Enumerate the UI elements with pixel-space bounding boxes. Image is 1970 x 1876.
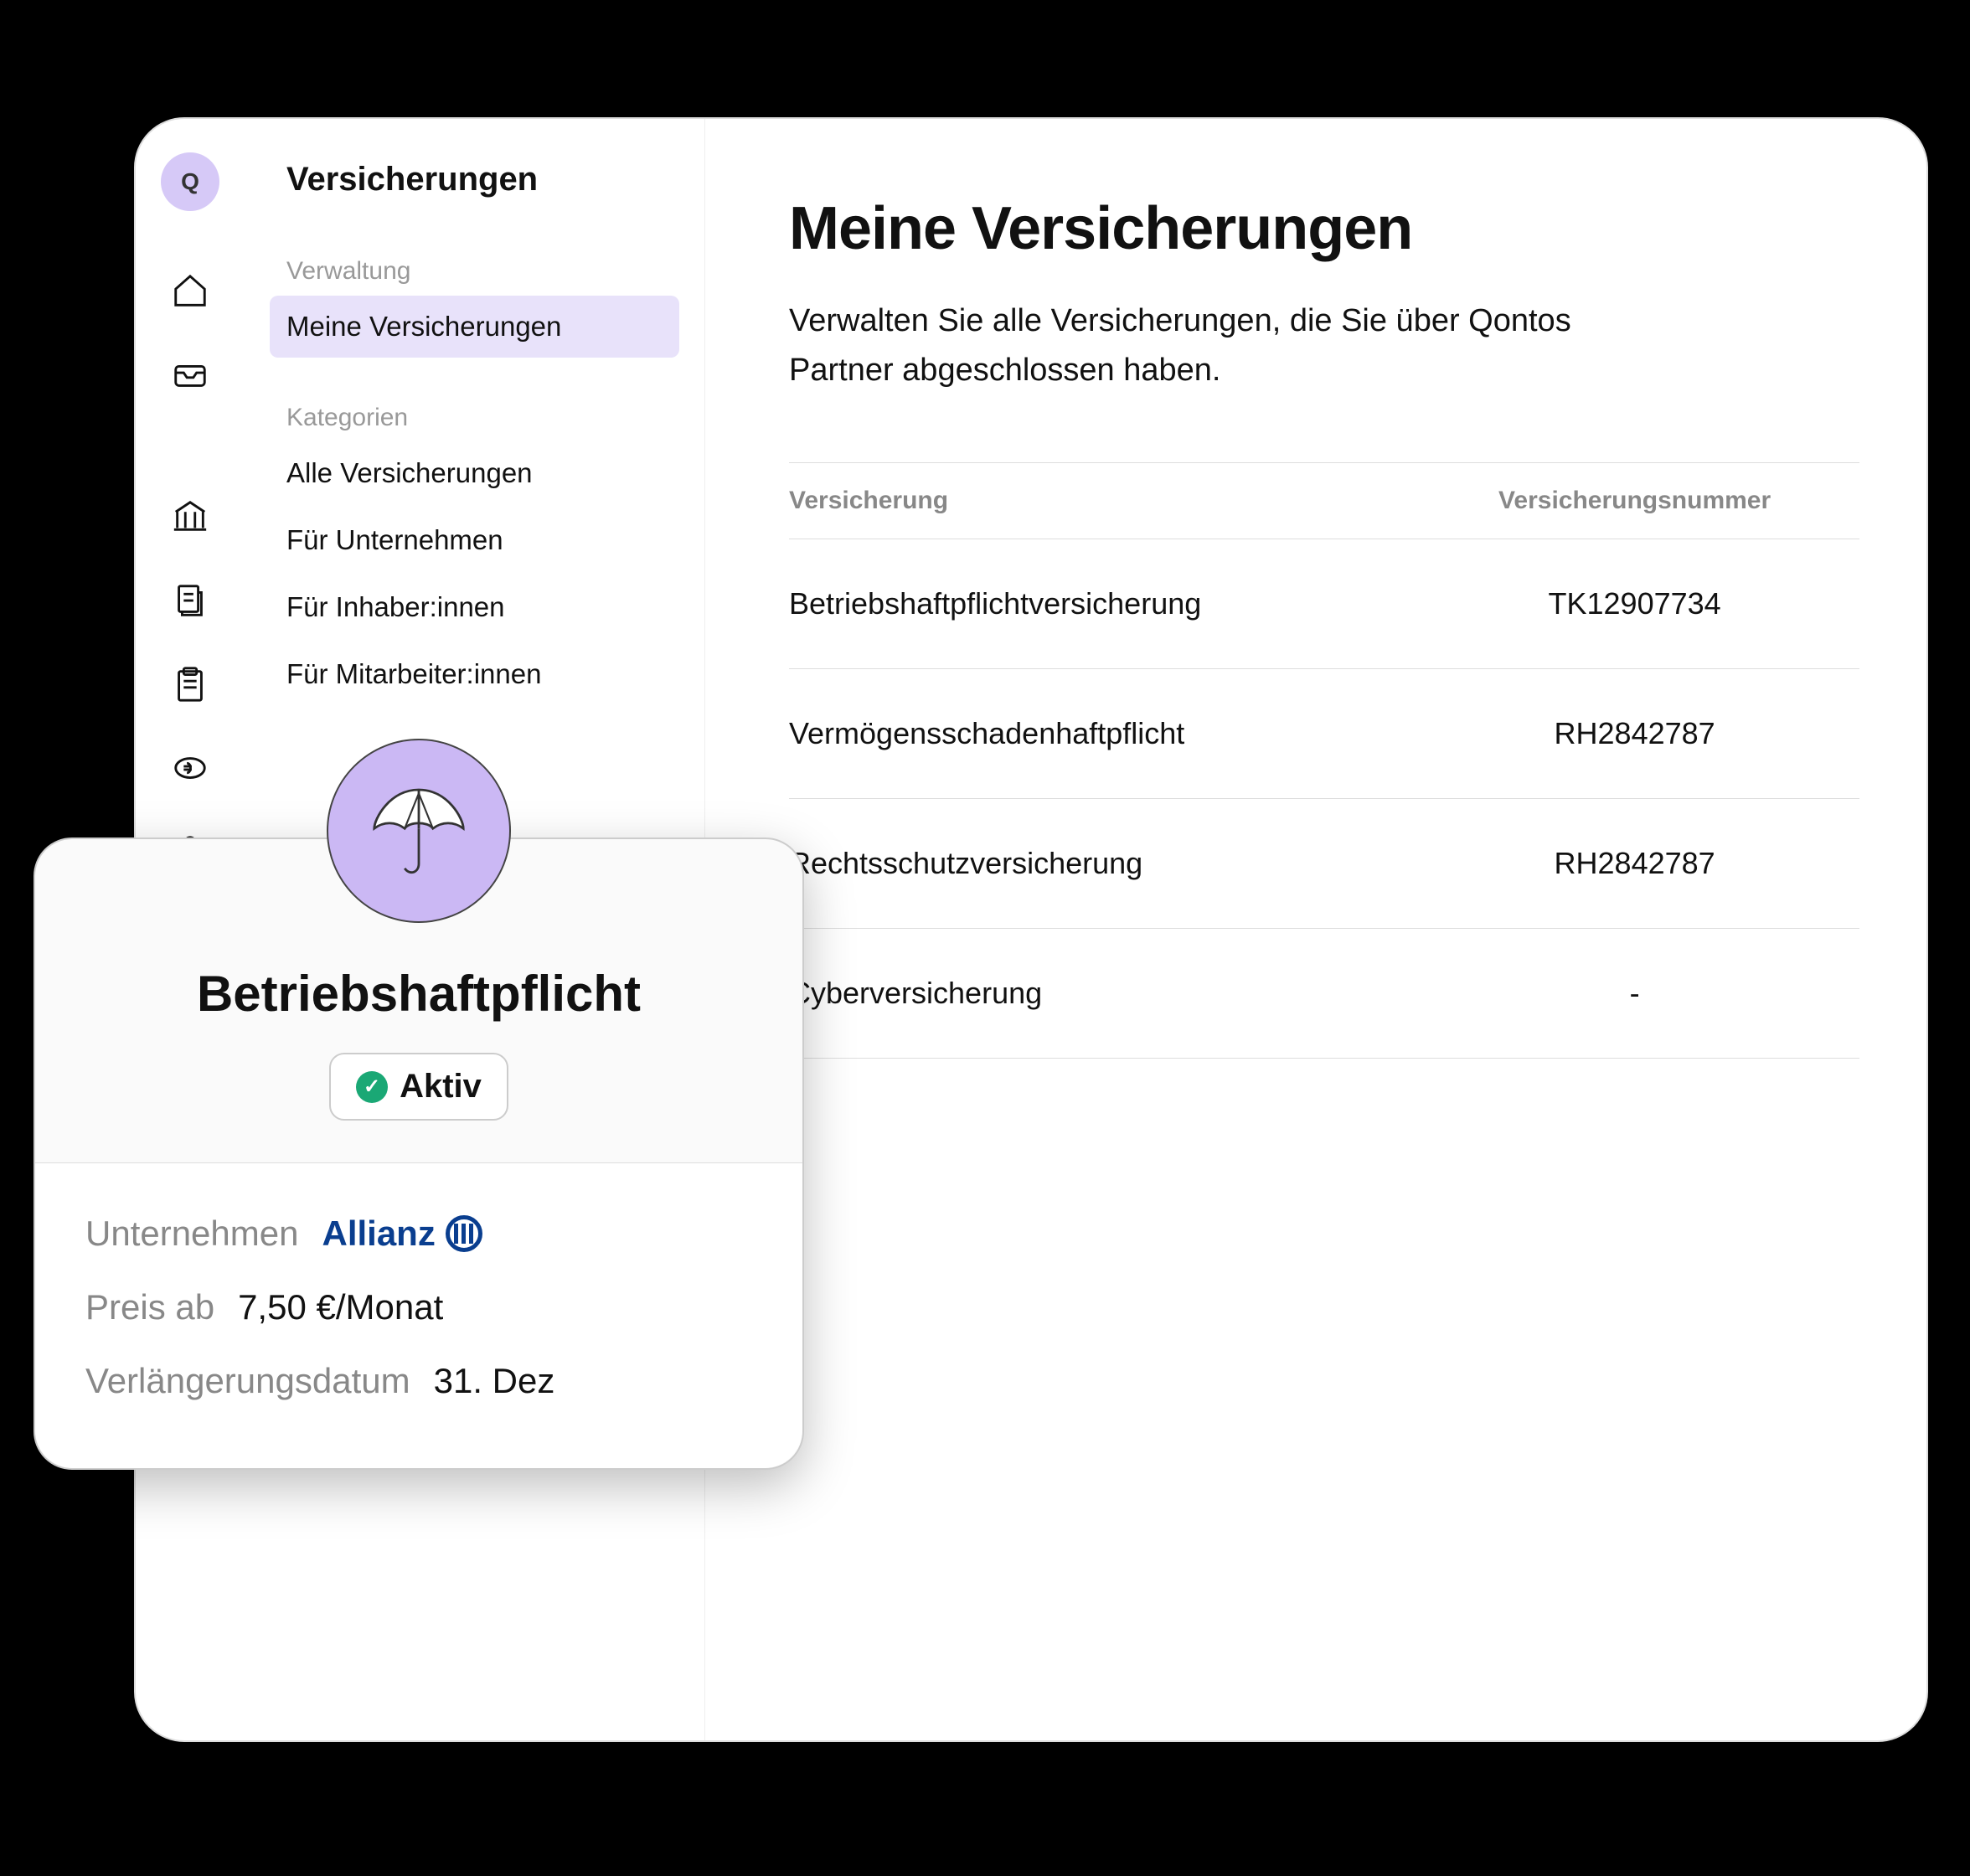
table-row[interactable]: Betriebshaftpflichtversicherung TK129077… bbox=[789, 539, 1859, 669]
insurance-name: Cyberversicherung bbox=[789, 929, 1410, 1058]
insurances-table: Versicherung Versicherungsnummer Betrieb… bbox=[789, 462, 1859, 1059]
sidebar-item-fuer-mitarbeiter[interactable]: Für Mitarbeiter:innen bbox=[270, 643, 679, 705]
sidebar-item-fuer-inhaber[interactable]: Für Inhaber:innen bbox=[270, 576, 679, 638]
sidebar-item-label: Für Mitarbeiter:innen bbox=[286, 658, 541, 689]
app-logo[interactable]: Q bbox=[161, 152, 219, 211]
column-header-name: Versicherung bbox=[789, 463, 1410, 539]
sidebar-group-kategorien: Kategorien Alle Versicherungen Für Unter… bbox=[270, 404, 679, 705]
table-row[interactable]: Rechtsschutzversicherung RH2842787 bbox=[789, 799, 1859, 929]
page-subtitle: Verwalten Sie alle Versicherungen, die S… bbox=[789, 296, 1627, 395]
sidebar-group-label: Kategorien bbox=[270, 404, 679, 432]
table-header: Versicherung Versicherungsnummer bbox=[789, 463, 1859, 539]
sidebar-item-alle-versicherungen[interactable]: Alle Versicherungen bbox=[270, 442, 679, 504]
sidebar-group-label: Verwaltung bbox=[270, 257, 679, 286]
detail-label: Preis ab bbox=[85, 1287, 214, 1327]
page-title: Meine Versicherungen bbox=[789, 194, 1859, 263]
insurance-name: Rechtsschutzversicherung bbox=[789, 799, 1410, 928]
home-icon[interactable] bbox=[169, 270, 211, 312]
sidebar-item-label: Meine Versicherungen bbox=[286, 311, 561, 342]
insurance-detail-card: Betriebshaftpflicht ✓ Aktiv Unternehmen … bbox=[34, 838, 804, 1470]
coin-icon[interactable] bbox=[169, 747, 211, 789]
check-icon: ✓ bbox=[356, 1071, 388, 1103]
detail-value: 7,50 €/Monat bbox=[238, 1287, 443, 1327]
detail-label: Unternehmen bbox=[85, 1214, 298, 1254]
insurance-name: Vermögensschadenhaftpflicht bbox=[789, 669, 1410, 798]
sidebar-item-fuer-unternehmen[interactable]: Für Unternehmen bbox=[270, 509, 679, 571]
detail-value: 31. Dez bbox=[434, 1361, 555, 1401]
insurance-number: RH2842787 bbox=[1410, 669, 1859, 798]
inbox-icon[interactable] bbox=[169, 353, 211, 395]
detail-row-renewal: Verlängerungsdatum 31. Dez bbox=[85, 1344, 752, 1418]
sidebar-group-verwaltung: Verwaltung Meine Versicherungen bbox=[270, 257, 679, 358]
allianz-icon bbox=[446, 1215, 482, 1252]
insurance-number: - bbox=[1410, 929, 1859, 1058]
detail-label: Verlängerungsdatum bbox=[85, 1361, 410, 1401]
insurance-number: RH2842787 bbox=[1410, 799, 1859, 928]
status-badge: ✓ Aktiv bbox=[329, 1053, 508, 1121]
clipboard-icon[interactable] bbox=[169, 663, 211, 705]
umbrella-icon bbox=[327, 739, 511, 923]
detail-row-price: Preis ab 7,50 €/Monat bbox=[85, 1270, 752, 1344]
document-icon[interactable] bbox=[169, 580, 211, 621]
status-text: Aktiv bbox=[400, 1068, 482, 1106]
card-details: Unternehmen Allianz Preis ab 7,50 €/Mona… bbox=[35, 1162, 802, 1468]
sidebar-item-meine-versicherungen[interactable]: Meine Versicherungen bbox=[270, 296, 679, 358]
main-content: Meine Versicherungen Verwalten Sie alle … bbox=[705, 119, 1926, 1740]
table-row[interactable]: Vermögensschadenhaftpflicht RH2842787 bbox=[789, 669, 1859, 799]
card-title: Betriebshaftpflicht bbox=[69, 965, 769, 1023]
sidebar-title: Versicherungen bbox=[270, 161, 679, 198]
company-name: Allianz bbox=[322, 1214, 435, 1254]
company-logo: Allianz bbox=[322, 1214, 482, 1254]
insurance-name: Betriebshaftpflichtversicherung bbox=[789, 539, 1410, 668]
table-row[interactable]: Cyberversicherung - bbox=[789, 929, 1859, 1059]
bank-icon[interactable] bbox=[169, 496, 211, 538]
column-header-number: Versicherungsnummer bbox=[1410, 463, 1859, 539]
sidebar-item-label: Für Inhaber:innen bbox=[286, 591, 505, 622]
app-logo-letter: Q bbox=[181, 168, 199, 195]
insurance-number: TK12907734 bbox=[1410, 539, 1859, 668]
sidebar-item-label: Für Unternehmen bbox=[286, 524, 503, 555]
detail-row-company: Unternehmen Allianz bbox=[85, 1197, 752, 1270]
sidebar-item-label: Alle Versicherungen bbox=[286, 457, 533, 488]
